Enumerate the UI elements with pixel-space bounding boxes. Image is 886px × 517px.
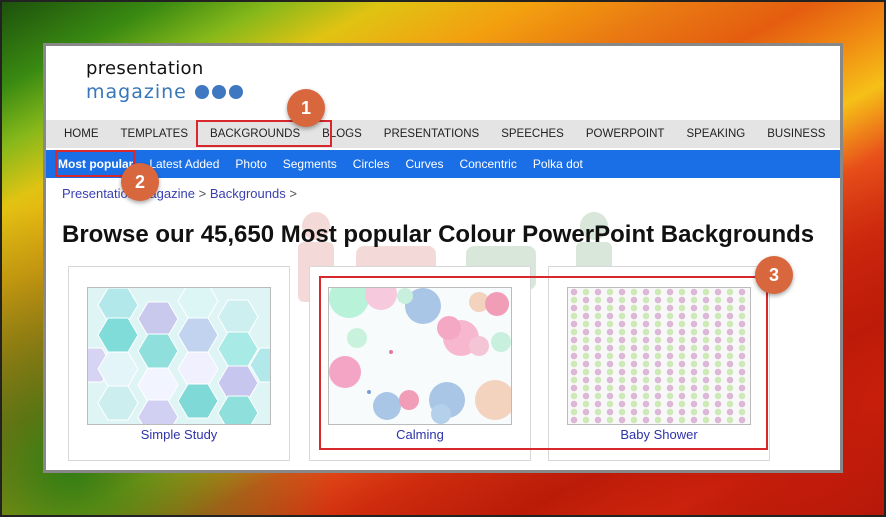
logo-line2-text: magazine — [86, 81, 187, 103]
nav-presentations[interactable]: PRESENTATIONS — [373, 120, 490, 148]
browser-window: presentation magazine HOME TEMPLATES BAC… — [43, 43, 843, 473]
subnav-polka-dot[interactable]: Polka dot — [525, 150, 591, 178]
subnav-photo[interactable]: Photo — [227, 150, 274, 178]
background-card-simple-study[interactable]: Simple Study — [68, 266, 290, 461]
subnav-curves[interactable]: Curves — [397, 150, 451, 178]
callout-badge-1: 1 — [287, 89, 325, 127]
card-label-baby-shower[interactable]: Baby Shower — [549, 427, 769, 442]
nav-home[interactable]: HOME — [46, 120, 110, 148]
nav-templates[interactable]: TEMPLATES — [110, 120, 200, 148]
background-card-baby-shower[interactable]: Baby Shower — [548, 266, 770, 461]
subnav-circles[interactable]: Circles — [345, 150, 398, 178]
breadcrumb-backgrounds-link[interactable]: Backgrounds — [210, 186, 286, 201]
background-card-calming[interactable]: Calming — [309, 266, 531, 461]
nav-business[interactable]: BUSINESS — [756, 120, 836, 148]
nav-blogs[interactable]: BLOGS — [311, 120, 373, 148]
breadcrumb: Presentation Magazine > Backgrounds > — [62, 186, 297, 201]
page-title: Browse our 45,650 Most popular Colour Po… — [62, 221, 815, 248]
nav-speaking[interactable]: SPEAKING — [675, 120, 756, 148]
main-nav: HOME TEMPLATES BACKGROUNDS BLOGS PRESENT… — [46, 120, 840, 148]
breadcrumb-separator: > — [285, 186, 297, 201]
logo-dots-icon — [194, 85, 243, 99]
logo-line1: presentation — [86, 58, 204, 79]
site-logo[interactable]: presentation magazine — [86, 58, 243, 104]
callout-badge-3: 3 — [755, 256, 793, 294]
nav-ideas[interactable]: ID — [836, 120, 840, 148]
thumbnail-calming[interactable] — [328, 287, 512, 425]
thumbnail-simple-study[interactable] — [87, 287, 271, 425]
subnav-segments[interactable]: Segments — [275, 150, 345, 178]
card-label-simple-study[interactable]: Simple Study — [69, 427, 289, 442]
breadcrumb-separator: > — [194, 186, 210, 201]
callout-badge-2: 2 — [121, 163, 159, 201]
sub-nav: Most popular Latest Added Photo Segments… — [46, 150, 840, 178]
subnav-concentric[interactable]: Concentric — [451, 150, 524, 178]
nav-powerpoint[interactable]: POWERPOINT — [575, 120, 676, 148]
card-label-calming[interactable]: Calming — [310, 427, 530, 442]
nav-backgrounds[interactable]: BACKGROUNDS — [199, 120, 311, 148]
thumbnail-baby-shower[interactable] — [567, 287, 751, 425]
logo-line2: magazine — [86, 80, 243, 104]
nav-speeches[interactable]: SPEECHES — [490, 120, 575, 148]
